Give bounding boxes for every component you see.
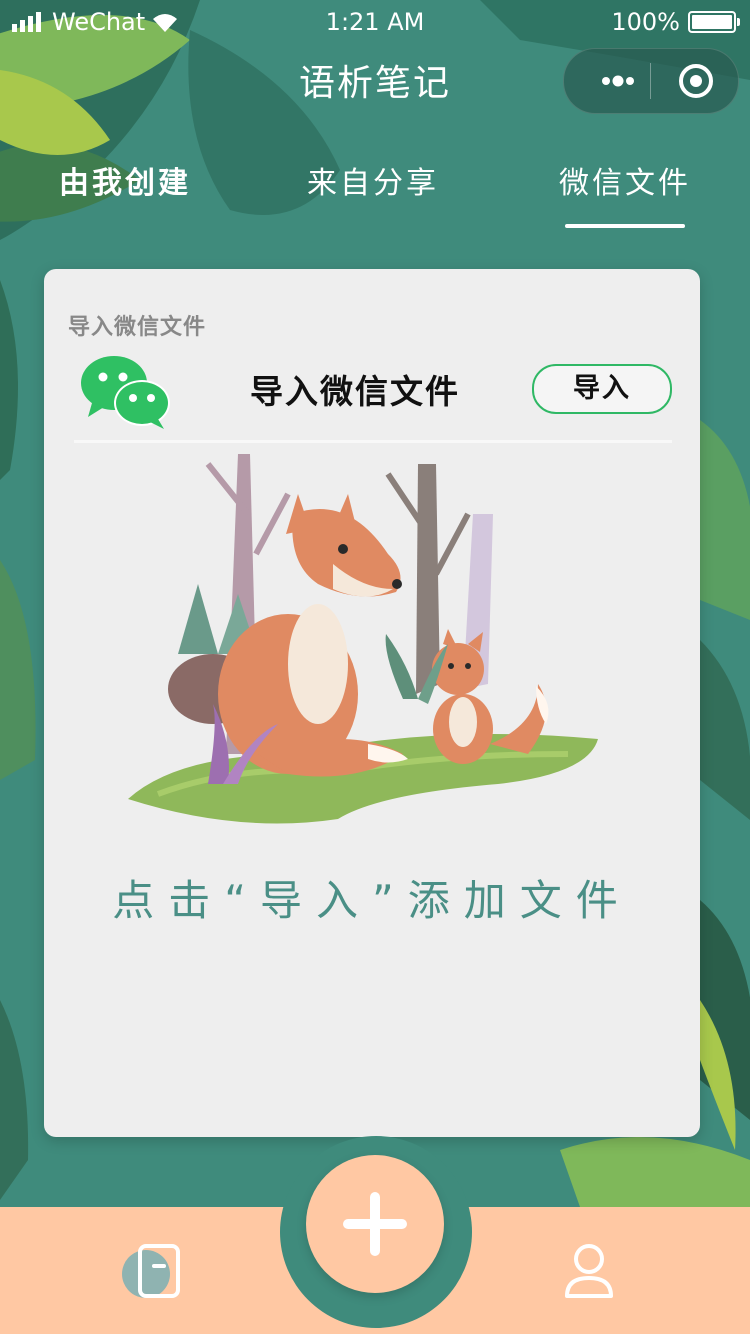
status-bar: WeChat 1:21 AM 100% — [0, 0, 750, 44]
more-icon — [602, 75, 634, 87]
wechat-files-card: 导入微信文件 导入微信文件 导入 点击“导入”添加文件 — [44, 269, 700, 1137]
fox-forest-illustration — [128, 454, 598, 824]
battery-percent: 100% — [611, 8, 680, 36]
tab-created-by-me[interactable]: 由我创建 — [0, 158, 250, 202]
notes-icon[interactable] — [120, 1240, 184, 1302]
import-title: 导入微信文件 — [250, 372, 460, 411]
mini-program-capsule — [563, 48, 739, 114]
plus-icon — [343, 1192, 407, 1256]
close-target-icon — [679, 64, 713, 98]
active-tab-indicator — [565, 224, 685, 228]
add-button[interactable] — [306, 1155, 444, 1293]
status-right: 100% — [611, 8, 740, 36]
more-button[interactable] — [586, 49, 650, 113]
tab-wechat-files[interactable]: 微信文件 — [500, 158, 750, 202]
capsule-separator — [650, 63, 651, 99]
import-button[interactable]: 导入 — [532, 364, 672, 414]
tab-from-share[interactable]: 来自分享 — [248, 158, 498, 202]
close-button[interactable] — [664, 49, 728, 113]
profile-icon[interactable] — [562, 1242, 616, 1300]
card-caption: 导入微信文件 — [68, 315, 207, 340]
wechat-icon — [81, 356, 170, 429]
battery-icon — [688, 11, 740, 33]
card-divider — [74, 440, 672, 443]
empty-hint: 点击“导入”添加文件 — [112, 876, 632, 925]
